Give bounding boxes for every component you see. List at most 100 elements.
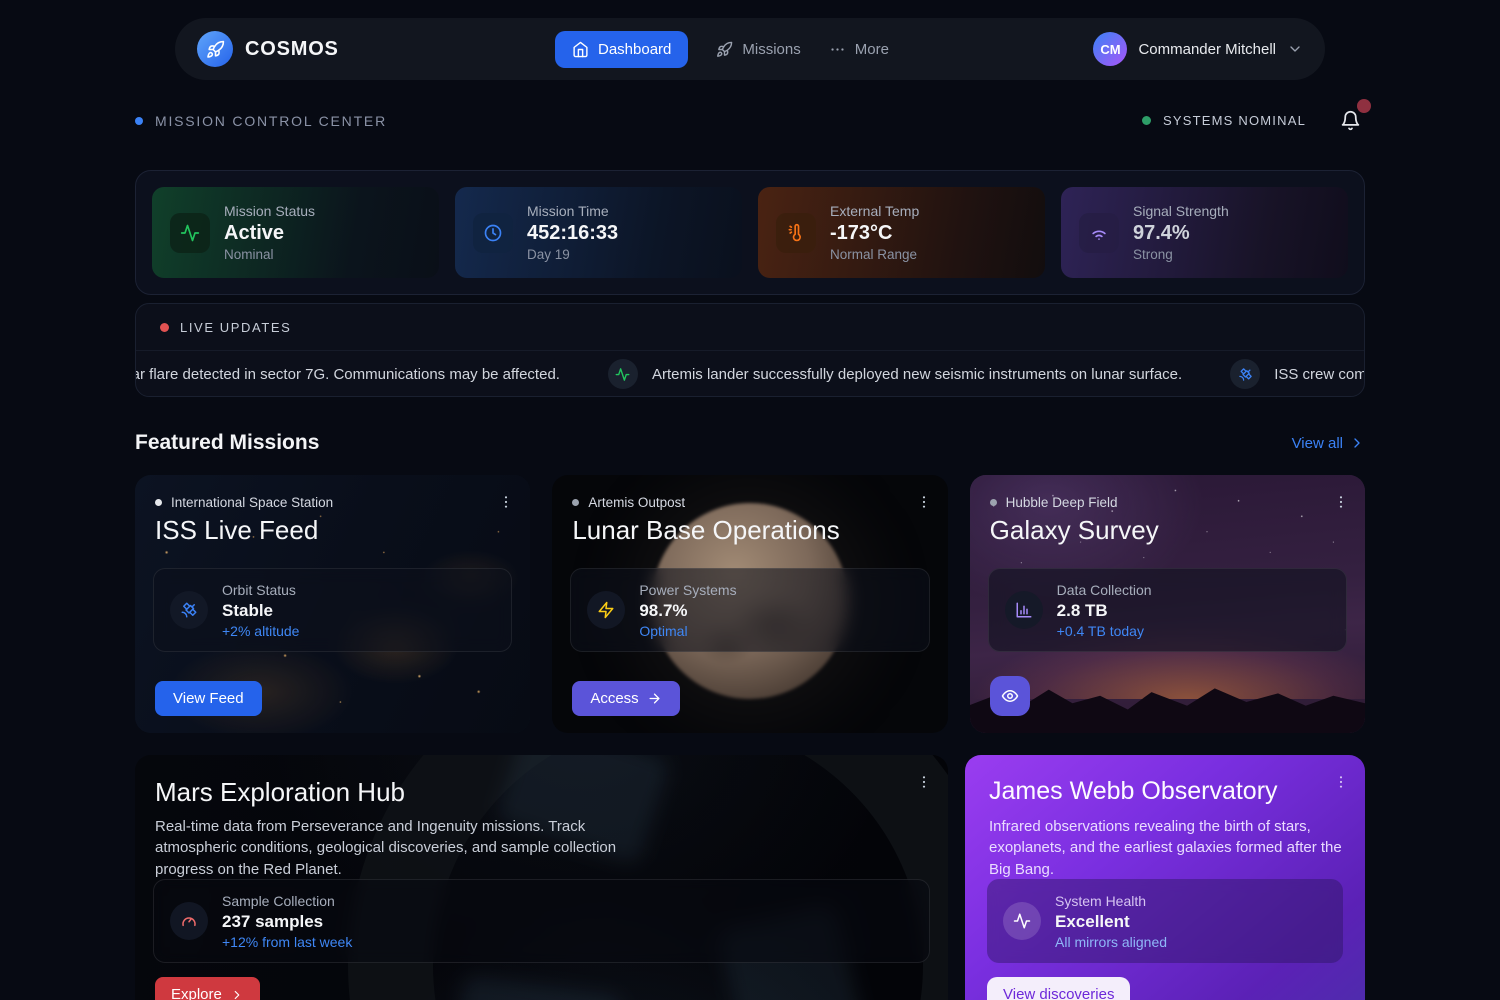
- mission-title: Mars Exploration Hub: [155, 777, 405, 808]
- live-updates-panel: LIVE UPDATES Solar flare detected in sec…: [135, 303, 1365, 397]
- tag-dot: [990, 499, 997, 506]
- mission-tag: International Space Station: [155, 495, 333, 510]
- featured-missions-title: Featured Missions: [135, 431, 319, 455]
- stat-label: Orbit Status: [222, 582, 299, 598]
- mission-stat-text: System Health Excellent All mirrors alig…: [1055, 893, 1167, 950]
- live-red-dot: [160, 323, 169, 332]
- view-discoveries-label: View discoveries: [1003, 986, 1114, 1000]
- card-menu-button[interactable]: [914, 772, 934, 792]
- notifications-button[interactable]: [1336, 106, 1365, 135]
- stat-sub: +2% altitude: [222, 623, 299, 639]
- mission-title: James Webb Observatory: [989, 777, 1278, 806]
- arrow-right-icon: [647, 691, 662, 706]
- mission-stat-box: Orbit Status Stable +2% altitude: [153, 568, 512, 652]
- brand-name: COSMOS: [245, 38, 339, 61]
- stat-label: Mission Status: [224, 203, 315, 219]
- wifi-icon: [1079, 213, 1119, 253]
- system-status-group: SYSTEMS NOMINAL: [1142, 106, 1365, 135]
- ticker-item: ISS crew completes critical E: [1230, 359, 1364, 389]
- view-feed-button[interactable]: View Feed: [155, 681, 262, 716]
- explore-label: Explore: [171, 986, 222, 1000]
- live-updates-header: LIVE UPDATES: [136, 304, 1364, 351]
- stat-value: 237 samples: [222, 912, 352, 932]
- kebab-icon: [498, 494, 514, 510]
- blue-status-dot: [135, 117, 143, 125]
- activity-icon: [608, 359, 638, 389]
- access-label: Access: [590, 690, 638, 707]
- avatar: CM: [1093, 32, 1127, 66]
- page-title: MISSION CONTROL CENTER: [155, 113, 387, 129]
- mission-stat-box: Power Systems 98.7% Optimal: [570, 568, 929, 652]
- mission-stat-text: Orbit Status Stable +2% altitude: [222, 582, 299, 639]
- nav-missions-label: Missions: [742, 41, 800, 58]
- stat-sub: All mirrors aligned: [1055, 934, 1167, 950]
- card-menu-button[interactable]: [1331, 492, 1351, 512]
- ticker-text: Solar flare detected in sector 7G. Commu…: [136, 366, 560, 383]
- stat-value: Active: [224, 222, 315, 245]
- stat-value: 98.7%: [639, 601, 736, 621]
- user-menu[interactable]: CM Commander Mitchell: [1093, 32, 1303, 66]
- explore-button[interactable]: Explore: [155, 977, 260, 1000]
- card-menu-button[interactable]: [914, 492, 934, 512]
- stat-text: External Temp -173°C Normal Range: [830, 203, 919, 262]
- bell-icon: [1340, 110, 1361, 131]
- stat-label: Sample Collection: [222, 893, 352, 909]
- stat-value: 97.4%: [1133, 222, 1229, 245]
- tag-dot: [155, 499, 162, 506]
- access-button[interactable]: Access: [572, 681, 679, 716]
- mission-description: Real-time data from Perseverance and Ing…: [155, 816, 617, 880]
- mission-title: Lunar Base Operations: [572, 515, 839, 546]
- secondary-missions-row: Mars Exploration Hub Real-time data from…: [135, 755, 1365, 1000]
- kebab-icon: [1333, 774, 1349, 790]
- card-menu-button[interactable]: [1331, 772, 1351, 792]
- ticker-text: ISS crew completes critical E: [1274, 366, 1364, 383]
- satellite-icon: [1230, 359, 1260, 389]
- mission-card-lunar: Artemis Outpost Lunar Base Operations Po…: [552, 475, 947, 733]
- view-discoveries-button[interactable]: View discoveries: [987, 977, 1130, 1000]
- stat-sub: +0.4 TB today: [1057, 623, 1152, 639]
- rocket-icon: [716, 41, 733, 58]
- view-feed-label: View Feed: [173, 690, 244, 707]
- nav-missions[interactable]: Missions: [716, 41, 800, 58]
- stat-value: 2.8 TB: [1057, 601, 1152, 621]
- live-updates-ticker: Solar flare detected in sector 7G. Commu…: [136, 351, 1364, 397]
- stat-label: External Temp: [830, 203, 919, 219]
- view-all-label: View all: [1292, 435, 1343, 452]
- stat-card-mission-status: Mission Status Active Nominal: [152, 187, 439, 278]
- bolt-icon: [587, 591, 625, 629]
- ticker-item: Artemis lander successfully deployed new…: [608, 359, 1182, 389]
- thermometer-icon: [776, 213, 816, 253]
- stat-label: Data Collection: [1057, 582, 1152, 598]
- card-menu-button[interactable]: [496, 492, 516, 512]
- stat-value: Excellent: [1055, 912, 1167, 932]
- system-status-label: SYSTEMS NOMINAL: [1163, 113, 1306, 128]
- mission-stat-text: Sample Collection 237 samples +12% from …: [222, 893, 352, 950]
- mission-stat-box: System Health Excellent All mirrors alig…: [987, 879, 1343, 963]
- featured-missions-header: Featured Missions View all: [135, 431, 1365, 455]
- mission-description: Infrared observations revealing the birt…: [989, 816, 1347, 880]
- stat-card-signal-strength: Signal Strength 97.4% Strong: [1061, 187, 1348, 278]
- chevron-down-icon: [1287, 41, 1303, 57]
- rocket-icon: [206, 40, 225, 59]
- nav-more[interactable]: More: [829, 41, 889, 58]
- brand-logo: [197, 31, 233, 67]
- mission-title: ISS Live Feed: [155, 515, 318, 546]
- stat-sub: Day 19: [527, 247, 618, 262]
- mission-stat-text: Power Systems 98.7% Optimal: [639, 582, 736, 639]
- stat-sub: Normal Range: [830, 247, 919, 262]
- stat-text: Mission Status Active Nominal: [224, 203, 315, 262]
- view-all-link[interactable]: View all: [1292, 435, 1365, 452]
- stat-card-mission-time: Mission Time 452:16:33 Day 19: [455, 187, 742, 278]
- card-tag-row: Artemis Outpost: [572, 492, 933, 512]
- stats-panel: Mission Status Active Nominal Mission Ti…: [135, 170, 1365, 295]
- stat-text: Mission Time 452:16:33 Day 19: [527, 203, 618, 262]
- notification-badge: [1357, 99, 1371, 113]
- nav-dashboard[interactable]: Dashboard: [555, 31, 688, 68]
- kebab-icon: [916, 774, 932, 790]
- clock-icon: [473, 213, 513, 253]
- brand: COSMOS: [197, 31, 339, 67]
- preview-button[interactable]: [990, 676, 1030, 716]
- mission-stat-text: Data Collection 2.8 TB +0.4 TB today: [1057, 582, 1152, 639]
- stat-label: System Health: [1055, 893, 1167, 909]
- stat-label: Mission Time: [527, 203, 618, 219]
